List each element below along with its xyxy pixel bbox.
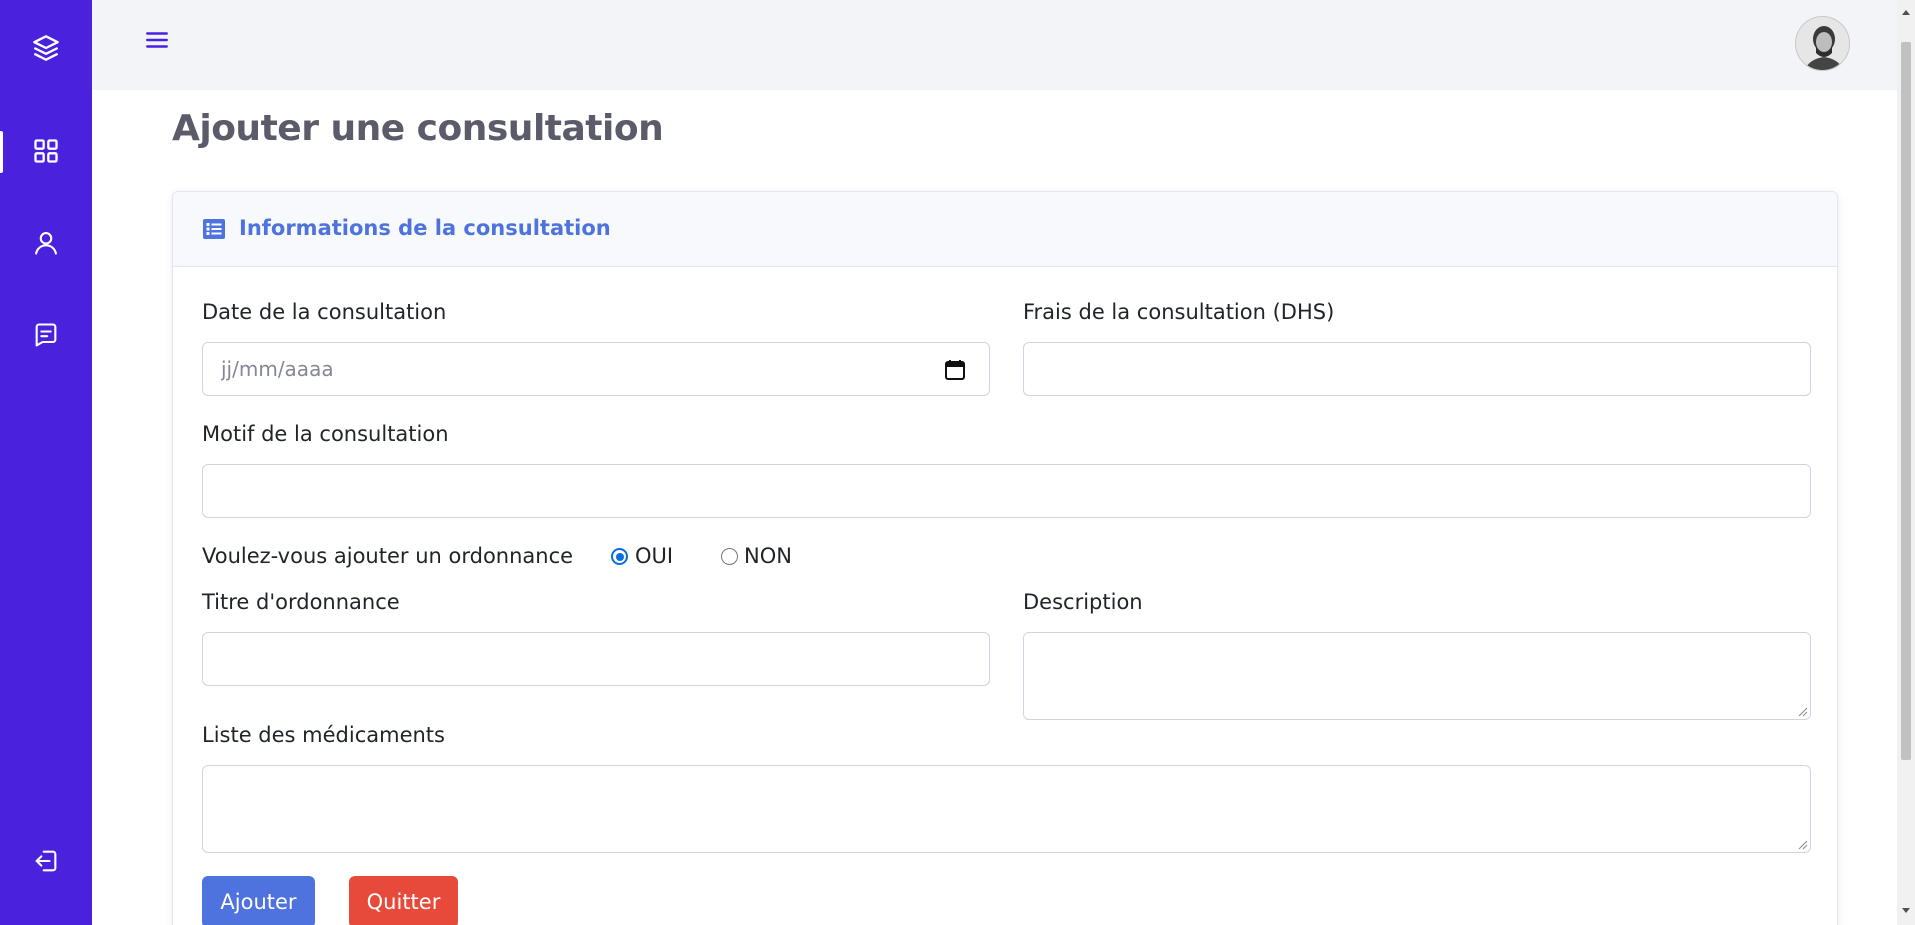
calendar-icon[interactable] <box>943 358 967 382</box>
radio-oui-label[interactable]: OUI <box>635 544 673 568</box>
scroll-up-arrow-icon[interactable] <box>1902 10 1910 15</box>
card-title: Informations de la consultation <box>239 216 611 240</box>
add-button[interactable]: Ajouter <box>202 876 315 925</box>
prescription-title-input[interactable] <box>202 632 990 686</box>
user-icon[interactable] <box>0 213 92 273</box>
consultation-card: Informations de la consultation Date de … <box>172 191 1838 925</box>
reason-input[interactable] <box>202 464 1811 518</box>
description-label: Description <box>1023 590 1143 614</box>
date-field[interactable] <box>202 342 990 396</box>
prescription-title-label: Titre d'ordonnance <box>202 590 400 614</box>
radio-non[interactable] <box>721 548 738 565</box>
description-textarea[interactable] <box>1023 632 1811 720</box>
user-avatar[interactable] <box>1795 16 1850 71</box>
card-header: Informations de la consultation <box>173 192 1837 267</box>
menu-icon[interactable] <box>141 24 173 56</box>
radio-non-label[interactable]: NON <box>744 544 792 568</box>
date-label: Date de la consultation <box>202 300 447 324</box>
resize-grip-icon[interactable] <box>1798 840 1808 850</box>
quit-button[interactable]: Quitter <box>349 876 458 925</box>
dashboard-icon[interactable] <box>0 121 92 181</box>
reason-label: Motif de la consultation <box>202 422 449 446</box>
scrollbar[interactable] <box>1897 0 1915 925</box>
fees-label: Frais de la consultation (DHS) <box>1023 300 1335 324</box>
fees-input[interactable] <box>1023 342 1811 396</box>
prescription-question-label: Voulez-vous ajouter un ordonnance <box>202 544 574 568</box>
list-icon <box>203 219 225 239</box>
logout-icon[interactable] <box>0 831 92 891</box>
scrollbar-thumb[interactable] <box>1901 42 1911 760</box>
app-root: Ajouter une consultation Informations de… <box>0 0 1915 925</box>
medications-label: Liste des médicaments <box>202 723 445 747</box>
message-icon[interactable] <box>0 305 92 365</box>
sidebar <box>0 0 92 925</box>
layers-icon[interactable] <box>0 18 92 78</box>
date-input[interactable] <box>203 342 989 396</box>
resize-grip-icon[interactable] <box>1798 707 1808 717</box>
medications-textarea[interactable] <box>202 765 1811 853</box>
radio-oui[interactable] <box>611 548 628 565</box>
page-title: Ajouter une consultation <box>172 108 664 149</box>
topbar <box>92 0 1897 90</box>
scroll-down-arrow-icon[interactable] <box>1902 908 1910 913</box>
